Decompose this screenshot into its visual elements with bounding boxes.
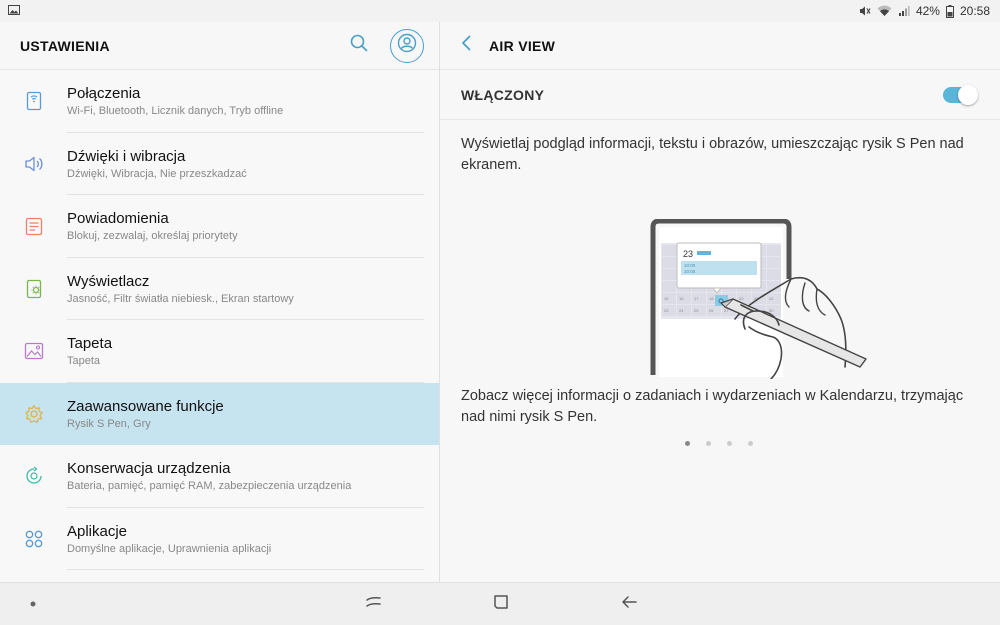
home-icon	[493, 594, 509, 615]
status-bar: 42% 20:58	[0, 0, 1000, 22]
air-view-toggle[interactable]	[943, 84, 978, 105]
air-view-pane: AIR VIEW WŁĄCZONY Wyświetlaj podgląd inf…	[440, 22, 1000, 582]
calendar-day-label: 24	[679, 308, 684, 313]
settings-item-title: Powiadomienia	[67, 210, 169, 228]
device-care-icon	[22, 464, 46, 488]
apps-icon	[22, 527, 46, 551]
settings-title: USTAWIENIA	[20, 37, 110, 54]
calendar-day-label: 20	[739, 296, 744, 301]
recents-icon	[365, 594, 383, 615]
calendar-cell	[662, 245, 676, 256]
calendar-day-label: 30	[769, 308, 774, 313]
calendar-day-label: 18	[709, 296, 714, 301]
settings-item-title: Aplikacje	[67, 522, 128, 540]
page-dot[interactable]	[748, 441, 753, 446]
navigation-bar	[0, 582, 1000, 625]
calendar-day-label: 26	[709, 308, 714, 313]
settings-item-subtitle: Blokuj, zezwalaj, określaj priorytety	[67, 230, 238, 243]
page-indicator	[685, 441, 753, 446]
settings-menu: Połączenia Wi-Fi, Bluetooth, Licznik dan…	[0, 70, 440, 570]
settings-item-wallpaper[interactable]: Tapeta Tapeta	[0, 320, 440, 383]
settings-item-subtitle: Dźwięki, Wibracja, Nie przeszkadzać	[67, 167, 247, 180]
page-dot[interactable]	[685, 441, 690, 446]
nav-dot-button[interactable]	[22, 593, 44, 615]
search-icon	[350, 34, 368, 57]
air-view-header: AIR VIEW	[440, 22, 1000, 70]
signal-icon	[898, 5, 910, 17]
display-icon	[22, 277, 46, 301]
page-title: AIR VIEW	[489, 37, 556, 54]
calendar-day-label: 15	[664, 296, 669, 301]
settings-item-apps[interactable]: Aplikacje Domyślne aplikacje, Uprawnieni…	[0, 508, 440, 570]
wallpaper-icon	[22, 339, 46, 363]
home-button[interactable]	[490, 593, 512, 615]
settings-item-subtitle: Rysik S Pen, Gry	[67, 417, 151, 430]
settings-item-title: Zaawansowane funkcje	[67, 397, 224, 415]
popup-date: 23	[683, 249, 693, 259]
speaker-icon	[22, 152, 46, 176]
settings-item-sounds[interactable]: Dźwięki i wibracja Dźwięki, Wibracja, Ni…	[0, 133, 440, 195]
settings-item-subtitle: Bateria, pamięć, pamięć RAM, zabezpiecze…	[67, 480, 352, 493]
mute-icon	[859, 5, 871, 17]
settings-header: USTAWIENIA	[0, 22, 440, 70]
settings-item-subtitle: Domyślne aplikacje, Uprawnienia aplikacj…	[67, 542, 272, 555]
gallery-notification-icon	[8, 4, 20, 18]
calendar-day-label: 23	[664, 308, 669, 313]
settings-list-pane: USTAWIENIA Połączenia Wi-Fi, Bluetooth, …	[0, 22, 440, 582]
master-switch-row[interactable]: WŁĄCZONY	[440, 70, 1000, 120]
page-dot[interactable]	[727, 441, 732, 446]
system-back-button[interactable]	[618, 593, 640, 615]
battery-percent: 42%	[915, 4, 940, 18]
calendar-day-label: 17	[694, 296, 699, 301]
popup-time-1: 10:00	[684, 263, 696, 268]
settings-item-device-care[interactable]: Konserwacja urządzenia Bateria, pamięć, …	[0, 445, 440, 508]
settings-item-subtitle: Wi-Fi, Bluetooth, Licznik danych, Tryb o…	[67, 105, 284, 118]
calendar-day-label: 22	[769, 296, 774, 301]
search-button[interactable]	[342, 29, 376, 63]
master-switch-label: WŁĄCZONY	[461, 86, 545, 103]
battery-icon	[945, 4, 954, 18]
settings-item-title: Dźwięki i wibracja	[67, 147, 186, 165]
settings-item-advanced-features[interactable]: Zaawansowane funkcje Rysik S Pen, Gry	[0, 382, 440, 445]
wifi-icon	[877, 5, 892, 17]
slide-description: Zobacz więcej informacji o zadaniach i w…	[461, 388, 964, 425]
calendar-cell	[662, 257, 676, 268]
divider	[67, 569, 424, 570]
nav-dot-icon	[29, 595, 37, 613]
clock: 20:58	[959, 4, 990, 18]
page-dot[interactable]	[706, 441, 711, 446]
feature-description: Wyświetlaj podgląd informacji, tekstu i …	[461, 136, 964, 173]
air-view-illustration: 15161718192021222324252627282930 23 10:0…	[645, 218, 875, 380]
calendar-cell	[662, 269, 676, 280]
toggle-knob	[958, 84, 978, 105]
calendar-cell	[662, 281, 676, 292]
account-button[interactable]	[390, 28, 424, 63]
settings-item-display[interactable]: Wyświetlacz Jasność, Filtr światła niebi…	[0, 258, 440, 320]
settings-item-title: Połączenia	[67, 85, 141, 103]
settings-item-connections[interactable]: Połączenia Wi-Fi, Bluetooth, Licznik dan…	[0, 70, 440, 133]
calendar-cell	[767, 269, 781, 280]
calendar-day-label: 25	[694, 308, 699, 313]
back-button[interactable]	[456, 34, 476, 58]
back-chevron-icon	[461, 35, 471, 56]
settings-item-title: Wyświetlacz	[67, 272, 150, 290]
settings-item-subtitle: Tapeta	[67, 355, 101, 368]
settings-item-notifications[interactable]: Powiadomienia Blokuj, zezwalaj, określaj…	[0, 195, 440, 258]
notifications-icon	[22, 214, 46, 238]
calendar-cell	[767, 245, 781, 256]
settings-item-title: Konserwacja urządzenia	[67, 460, 231, 478]
popup-time-2: 10:00	[684, 269, 696, 274]
advanced-features-icon	[22, 402, 46, 426]
calendar-cell	[767, 257, 781, 268]
settings-item-title: Tapeta	[67, 335, 113, 353]
recents-button[interactable]	[363, 593, 385, 615]
account-icon	[397, 33, 417, 58]
connections-icon	[22, 89, 46, 113]
settings-item-subtitle: Jasność, Filtr światła niebiesk., Ekran …	[67, 292, 294, 305]
calendar-day-label: 16	[679, 296, 684, 301]
back-icon	[620, 594, 638, 615]
